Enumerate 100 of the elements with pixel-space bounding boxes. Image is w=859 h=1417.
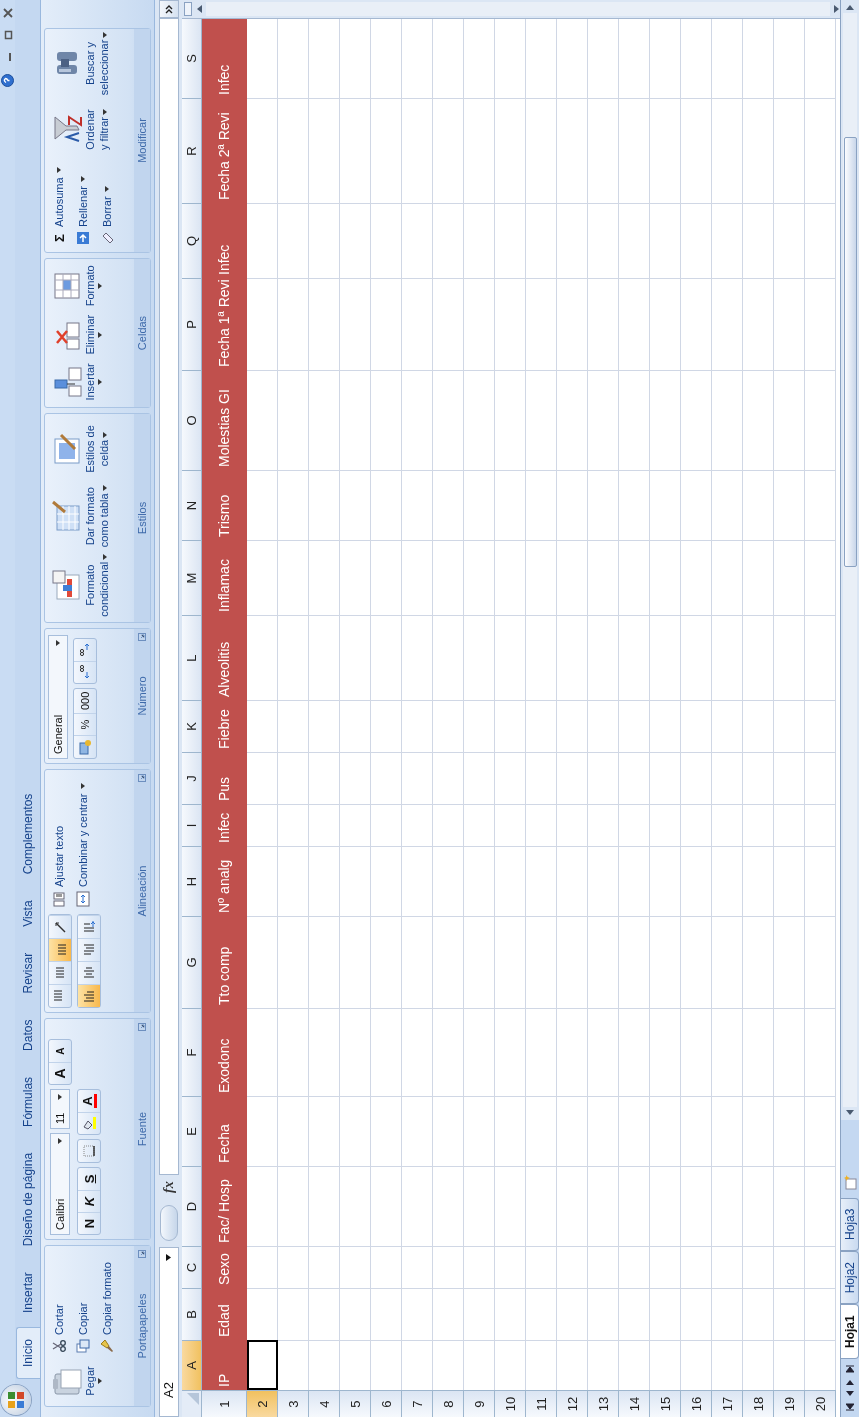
table-cell[interactable]: Sexo [202,1246,247,1288]
grid-cell[interactable] [588,203,619,278]
grid-cell[interactable] [526,1340,557,1390]
grid-cell[interactable] [619,278,650,370]
row-header[interactable]: 10 [495,1390,526,1417]
column-header[interactable]: E [182,1096,202,1166]
paste-button[interactable]: Pegar [48,1360,105,1402]
column-header[interactable]: N [182,470,202,540]
grid-cell[interactable] [588,804,619,846]
grid-cell[interactable] [588,1008,619,1096]
grid-cell[interactable] [247,615,278,700]
grid-cell[interactable] [588,615,619,700]
ribbon-tab[interactable]: Insertar [16,1260,40,1325]
grid-cell[interactable] [681,203,712,278]
grid-cell[interactable] [619,700,650,752]
table-cell[interactable]: IP [202,1340,247,1390]
column-header[interactable]: M [182,540,202,615]
grid-cell[interactable] [712,804,743,846]
row-header[interactable]: 20 [805,1390,836,1417]
grid-cell[interactable] [619,98,650,203]
grid-cell[interactable] [526,1246,557,1288]
grid-cell[interactable] [309,752,340,804]
table-cell[interactable]: Alveolitis [202,615,247,700]
grid-cell[interactable] [650,916,681,1008]
grid-cell[interactable] [402,916,433,1008]
grid-cell[interactable] [557,203,588,278]
grid-cell[interactable] [619,916,650,1008]
grid-cell[interactable] [371,752,402,804]
grid-cell[interactable] [309,1008,340,1096]
row-header[interactable]: 3 [278,1390,309,1417]
column-header[interactable]: S [182,19,202,98]
edit-button[interactable]: Buscar y seleccionar [48,32,114,95]
expand-button[interactable] [158,0,179,18]
grid-cell[interactable] [588,278,619,370]
grid-cell[interactable] [712,98,743,203]
grid-cell[interactable] [247,846,278,916]
grid-cell[interactable] [681,470,712,540]
grid-cell[interactable] [278,1166,309,1246]
grid-cell[interactable] [774,370,805,470]
grid-cell[interactable] [495,203,526,278]
grid-cell[interactable] [650,700,681,752]
grid-cell[interactable] [402,700,433,752]
grid-cell[interactable] [712,615,743,700]
grid-cell[interactable] [340,278,371,370]
grid-cell[interactable] [619,1166,650,1246]
grid-cell[interactable] [619,203,650,278]
grid-cell[interactable] [712,470,743,540]
grid-cell[interactable] [557,700,588,752]
grid-cell[interactable] [247,700,278,752]
grid-cell[interactable] [619,1288,650,1340]
grid-cell[interactable] [433,1008,464,1096]
grid-cell[interactable] [526,804,557,846]
grid-cell[interactable] [340,1008,371,1096]
grid-cell[interactable] [309,470,340,540]
vertical-scrollbar[interactable] [182,0,840,19]
grid-cell[interactable] [619,540,650,615]
column-header[interactable]: C [182,1246,202,1288]
grid-cell[interactable] [247,98,278,203]
close-icon[interactable] [2,8,13,18]
column-header[interactable]: O [182,370,202,470]
grid-cell[interactable] [247,470,278,540]
table-cell[interactable]: Edad [202,1288,247,1340]
grid-cell[interactable] [247,370,278,470]
selected-cell[interactable] [247,1340,278,1390]
grid-cell[interactable] [619,1246,650,1288]
grid-cell[interactable] [402,540,433,615]
grid-cell[interactable] [743,540,774,615]
grid-cell[interactable] [743,916,774,1008]
grid-cell[interactable] [557,916,588,1008]
grid-cell[interactable] [433,615,464,700]
style-button[interactable]: Formato condicional [48,552,114,618]
grid-cell[interactable] [681,700,712,752]
grid-cell[interactable] [557,752,588,804]
grid-cell[interactable] [743,804,774,846]
grid-cell[interactable] [681,752,712,804]
row-header[interactable]: 19 [774,1390,805,1417]
grid-cell[interactable] [340,1340,371,1390]
grid-cell[interactable] [712,1166,743,1246]
office-button[interactable] [1,1385,31,1415]
ribbon-tab[interactable]: Datos [16,1007,40,1063]
grid-cell[interactable] [774,1166,805,1246]
next-sheet-icon[interactable] [846,1379,854,1385]
grid-cell[interactable] [681,916,712,1008]
grid-cell[interactable] [464,470,495,540]
column-header[interactable]: H [182,846,202,916]
row-header[interactable]: 18 [743,1390,774,1417]
grid-cell[interactable] [681,1008,712,1096]
grid-cell[interactable] [278,1340,309,1390]
grid-cell[interactable] [712,1288,743,1340]
horizontal-scrollbar[interactable] [841,0,859,1120]
grid-cell[interactable] [557,615,588,700]
grid-cell[interactable] [309,1340,340,1390]
grid-cell[interactable] [495,846,526,916]
thousands-button[interactable]: 000 [74,688,96,713]
grid-cell[interactable] [619,615,650,700]
grid-cell[interactable] [340,470,371,540]
ribbon-tab[interactable]: Revisar [16,940,40,1006]
grid-cell[interactable] [247,1246,278,1288]
previous-sheet-icon[interactable] [846,1391,854,1397]
grid-cell[interactable] [557,804,588,846]
